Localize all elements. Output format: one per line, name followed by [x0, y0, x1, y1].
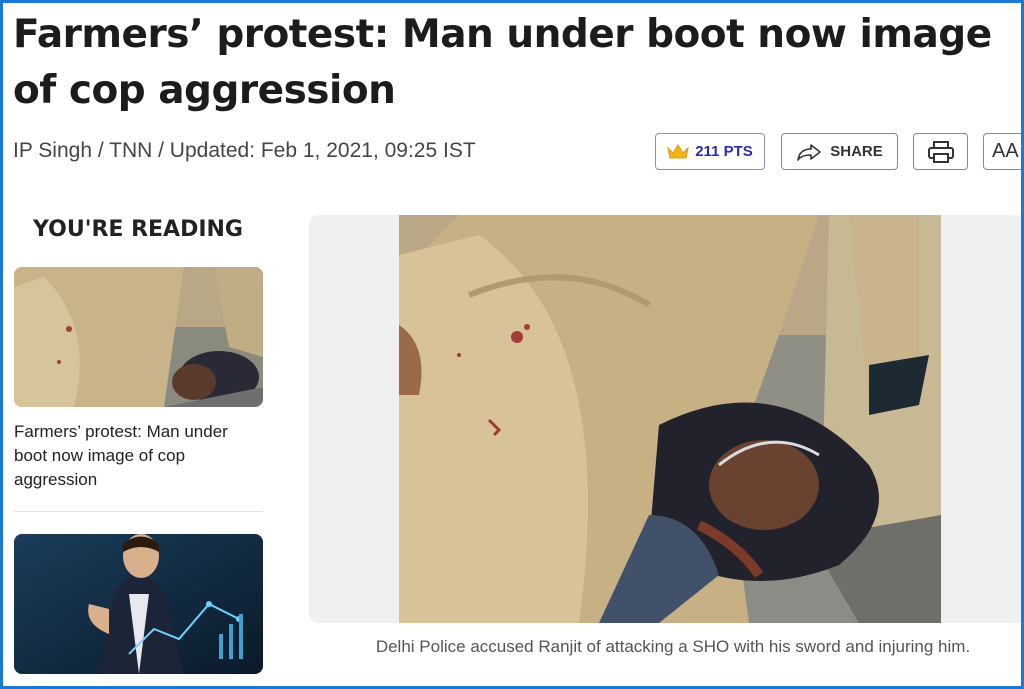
main-article-image [399, 215, 941, 623]
points-label: 211 PTS [695, 143, 753, 160]
sidebar-item-thumbnail[interactable] [14, 534, 263, 674]
font-size-label: AA [992, 140, 1019, 162]
print-button[interactable] [913, 133, 968, 170]
sidebar-item-caption[interactable]: Farmers’ protest: Man under boot now ima… [14, 420, 259, 492]
sidebar-photo-business [14, 534, 263, 674]
article-headline: Farmers’ protest: Man under boot now ima… [13, 12, 992, 113]
share-button[interactable]: SHARE [781, 133, 898, 170]
sidebar-photo-protest [14, 267, 263, 407]
crown-icon [667, 143, 690, 158]
sidebar-divider [14, 511, 263, 512]
print-icon [927, 140, 954, 163]
sidebar-item-thumbnail[interactable] [14, 267, 263, 407]
image-caption: Delhi Police accused Ranjit of attacking… [375, 637, 971, 656]
sidebar-heading: YOU'RE READING [33, 217, 243, 242]
main-photo-protest [399, 215, 941, 623]
share-label: SHARE [830, 143, 883, 160]
page-frame: Farmers’ protest: Man under boot now ima… [0, 0, 1024, 689]
share-icon [797, 143, 822, 161]
article-byline: IP Singh / TNN / Updated: Feb 1, 2021, 0… [13, 139, 476, 162]
font-size-button[interactable]: AA [983, 133, 1021, 170]
points-button[interactable]: 211 PTS [655, 133, 765, 170]
